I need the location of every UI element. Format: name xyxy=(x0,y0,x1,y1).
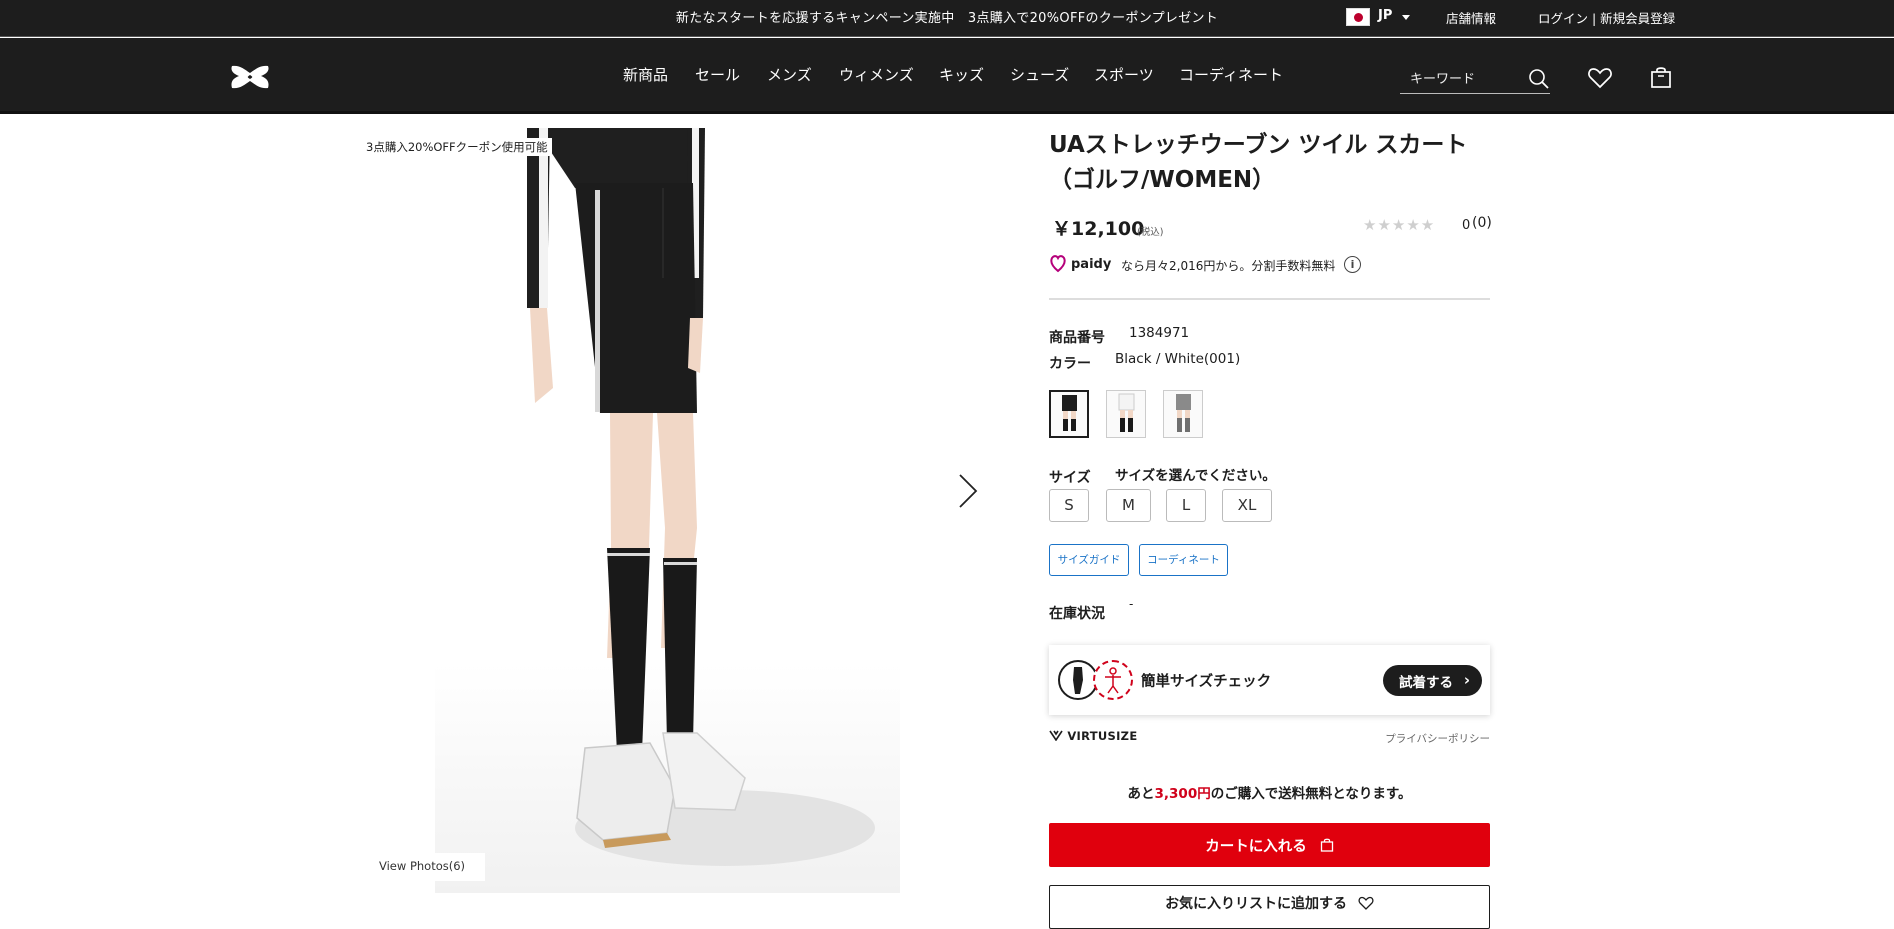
virtusize-logo-icon xyxy=(1049,730,1063,742)
virtusize-brand: VIRTUSIZE xyxy=(1049,729,1137,743)
size-m-button[interactable]: M xyxy=(1106,489,1151,522)
person-size-icon xyxy=(1093,660,1133,700)
add-to-wishlist-label: お気に入りリストに追加する xyxy=(1165,896,1348,912)
nav-coordinate[interactable]: コーディネート xyxy=(1179,64,1283,85)
shipping-amount: 3,300円 xyxy=(1154,786,1211,802)
add-to-cart-label: カートに入れる xyxy=(1205,838,1307,855)
review-count[interactable]: (0) xyxy=(1472,215,1492,231)
price: ￥12,100 xyxy=(1052,218,1145,240)
heart-icon[interactable] xyxy=(1587,66,1613,90)
rating-value: 0 xyxy=(1462,218,1471,233)
virtusize-widget[interactable]: 簡単サイズチェック 試着する › xyxy=(1049,645,1490,715)
nav-sports[interactable]: スポーツ xyxy=(1094,64,1154,85)
product-gallery: 3点購入20%OFFクーポン使用可能 View Photos(6) xyxy=(360,128,1000,893)
size-l-button[interactable]: L xyxy=(1166,489,1206,522)
size-label: サイズ xyxy=(1049,470,1091,486)
shipping-prefix: あと xyxy=(1127,786,1155,802)
size-guide-button[interactable]: サイズガイド xyxy=(1049,544,1129,576)
color-swatch-black[interactable] xyxy=(1049,390,1089,438)
free-shipping-notice: あと3,300円のご購入で送料無料となります。 xyxy=(1049,782,1490,802)
under-armour-logo-icon[interactable] xyxy=(228,63,272,91)
nav-kids[interactable]: キッズ xyxy=(939,64,984,85)
size-s-button[interactable]: S xyxy=(1049,489,1089,522)
item-number-label: 商品番号 xyxy=(1049,330,1105,346)
stock-label: 在庫状況 xyxy=(1049,606,1105,622)
tax-label: (税込) xyxy=(1137,227,1164,238)
product-title: UAストレッチウーブン ツイル スカート（ゴルフ/WOMEN） xyxy=(1049,132,1468,193)
main-header: 新商品 セール メンズ ウィメンズ キッズ シューズ スポーツ コーディネート xyxy=(0,38,1894,114)
size-prompt: サイズを選んでください。 xyxy=(1115,468,1276,484)
login-register-link[interactable]: ログイン | 新規会員登録 xyxy=(1538,8,1675,27)
add-to-cart-button[interactable]: カートに入れる xyxy=(1049,823,1490,867)
coordinate-button[interactable]: コーディネート xyxy=(1139,544,1228,576)
paidy-installment-text: なら月々2,016円から。分割手数料無料 xyxy=(1121,259,1336,273)
size-check-text: 簡単サイズチェック xyxy=(1141,674,1272,690)
color-swatch-gray[interactable] xyxy=(1163,390,1203,438)
next-arrow-icon[interactable] xyxy=(954,471,980,511)
search-icon[interactable] xyxy=(1528,68,1550,90)
model-illustration xyxy=(527,128,875,866)
rating-stars-icon[interactable]: ★★★★★ xyxy=(1363,216,1435,234)
language-selector[interactable]: JP xyxy=(1378,8,1392,23)
divider xyxy=(1049,298,1490,300)
heart-outline-icon xyxy=(1358,896,1374,910)
try-on-button[interactable]: 試着する › xyxy=(1383,665,1482,696)
store-info-link[interactable]: 店舗情報 xyxy=(1446,8,1496,27)
nav-shoes[interactable]: シューズ xyxy=(1010,64,1069,85)
info-icon[interactable]: i xyxy=(1344,256,1361,273)
virtusize-brand-text: VIRTUSIZE xyxy=(1067,729,1138,743)
item-number: 1384971 xyxy=(1129,325,1190,341)
view-photos-link[interactable]: View Photos(6) xyxy=(370,853,486,881)
caret-down-icon[interactable] xyxy=(1402,15,1410,20)
stock-value: - xyxy=(1129,597,1134,611)
svg-text:paidy: paidy xyxy=(1071,257,1112,272)
product-photo[interactable] xyxy=(435,128,900,893)
promo-bar: 新たなスタートを応援するキャンペーン実施中 3点購入で20%OFFのクーポンプレ… xyxy=(0,0,1894,37)
color-value: Black / White(001) xyxy=(1115,351,1241,367)
shopping-bag-icon[interactable] xyxy=(1649,65,1673,89)
color-label: カラー xyxy=(1049,356,1091,372)
shipping-suffix: のご購入で送料無料となります。 xyxy=(1210,786,1412,802)
paidy-logo-icon: paidy xyxy=(1050,255,1112,273)
chevron-right-icon: › xyxy=(1463,671,1470,689)
privacy-policy-link[interactable]: プライバシーポリシー xyxy=(1385,731,1490,746)
bag-icon xyxy=(1320,838,1333,852)
nav-new-arrivals[interactable]: 新商品 xyxy=(623,64,668,85)
search-input[interactable] xyxy=(1400,66,1518,92)
nav-mens[interactable]: メンズ xyxy=(767,64,812,85)
nav-sale[interactable]: セール xyxy=(695,64,740,85)
nav-womens[interactable]: ウィメンズ xyxy=(839,64,914,85)
coupon-tag: 3点購入20%OFFクーポン使用可能 xyxy=(360,138,552,156)
size-xl-button[interactable]: XL xyxy=(1222,489,1272,522)
body-silhouette-icon xyxy=(1058,660,1098,700)
add-to-wishlist-button[interactable]: お気に入りリストに追加する xyxy=(1049,885,1490,929)
japan-flag-icon[interactable] xyxy=(1346,8,1370,26)
search-bar xyxy=(1400,66,1550,94)
try-on-label: 試着する xyxy=(1399,674,1453,691)
color-swatch-white[interactable] xyxy=(1106,390,1146,438)
